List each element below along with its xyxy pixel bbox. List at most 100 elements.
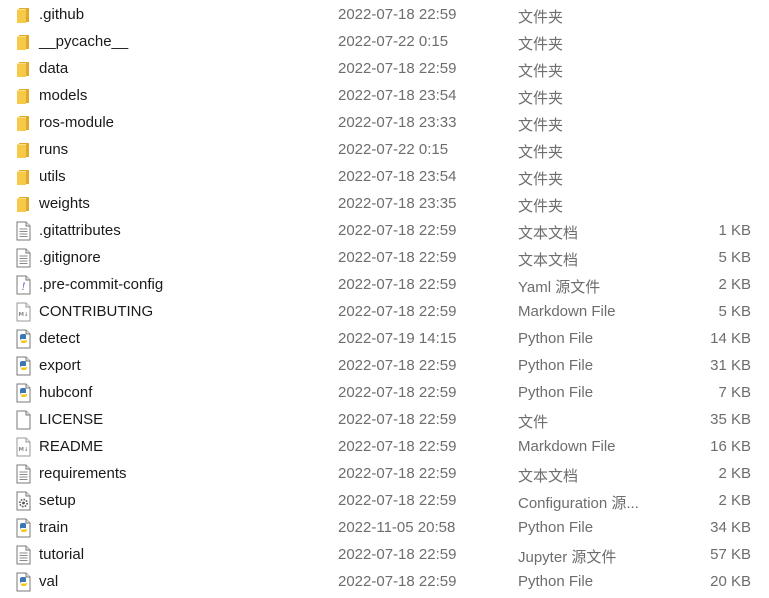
file-type: Python File (518, 357, 594, 374)
folder-icon (14, 194, 32, 214)
markdown-file-icon: M↓ (14, 302, 32, 322)
file-modified-date: 2022-07-18 22:59 (338, 357, 457, 374)
file-row[interactable]: ! .pre-commit-config 2022-07-18 22:59 Yaml … (0, 272, 769, 299)
file-type: Yaml 源文件 (518, 279, 601, 296)
file-list: .github 2022-07-18 22:59 文件夹 __pycache__ 202… (0, 0, 769, 598)
file-size: 34 KB (710, 519, 751, 536)
file-type: 文件夹 (518, 36, 564, 53)
folder-icon (14, 5, 32, 25)
file-name[interactable]: .gitignore (39, 249, 101, 266)
file-name[interactable]: detect (39, 330, 80, 347)
file-row[interactable]: .gitignore 2022-07-18 22:59 文本文档 5 KB (0, 245, 769, 272)
file-row[interactable]: val 2022-07-18 22:59 Python File 20 KB (0, 569, 769, 596)
svg-text:M↓: M↓ (18, 446, 28, 453)
file-size: 7 KB (718, 384, 751, 401)
file-type: Markdown File (518, 303, 616, 320)
file-type: 文件夹 (518, 9, 564, 26)
config-file-icon (14, 491, 32, 511)
file-modified-date: 2022-07-18 22:59 (338, 249, 457, 266)
file-row[interactable]: M↓ CONTRIBUTING 2022-07-18 22:59 Markdown F… (0, 299, 769, 326)
python-file-icon (14, 572, 32, 592)
file-name[interactable]: weights (39, 195, 90, 212)
file-modified-date: 2022-07-18 22:59 (338, 384, 457, 401)
file-size: 20 KB (710, 573, 751, 590)
file-row[interactable]: data 2022-07-18 22:59 文件夹 (0, 56, 769, 83)
markdown-file-icon: M↓ (14, 437, 32, 457)
file-name[interactable]: .gitattributes (39, 222, 121, 239)
folder-icon (14, 32, 32, 52)
file-modified-date: 2022-07-18 22:59 (338, 222, 457, 239)
file-modified-date: 2022-07-18 22:59 (338, 303, 457, 320)
file-row[interactable]: LICENSE 2022-07-18 22:59 文件 35 KB (0, 407, 769, 434)
file-modified-date: 2022-07-18 22:59 (338, 60, 457, 77)
file-type: Configuration 源... (518, 495, 639, 512)
file-name[interactable]: val (39, 573, 58, 590)
file-type: 文件夹 (518, 144, 564, 161)
file-row[interactable]: .github 2022-07-18 22:59 文件夹 (0, 2, 769, 29)
file-row[interactable]: export 2022-07-18 22:59 Python File 31 KB (0, 353, 769, 380)
file-size: 16 KB (710, 438, 751, 455)
folder-icon (14, 113, 32, 133)
file-name[interactable]: runs (39, 141, 68, 158)
folder-icon (14, 167, 32, 187)
file-row[interactable]: ros-module 2022-07-18 23:33 文件夹 (0, 110, 769, 137)
file-type: Python File (518, 330, 594, 347)
file-row[interactable]: weights 2022-07-18 23:35 文件夹 (0, 191, 769, 218)
file-size: 2 KB (718, 465, 751, 482)
file-row[interactable]: __pycache__ 2022-07-22 0:15 文件夹 (0, 29, 769, 56)
file-row[interactable]: runs 2022-07-22 0:15 文件夹 (0, 137, 769, 164)
svg-text:!: ! (21, 282, 25, 293)
file-name[interactable]: .pre-commit-config (39, 276, 163, 293)
yaml-file-icon: ! (14, 275, 32, 295)
file-name[interactable]: setup (39, 492, 76, 509)
file-name[interactable]: ros-module (39, 114, 114, 131)
file-name[interactable]: export (39, 357, 81, 374)
file-modified-date: 2022-07-18 22:59 (338, 438, 457, 455)
file-name[interactable]: CONTRIBUTING (39, 303, 153, 320)
text-file-icon (14, 248, 32, 268)
file-type: Markdown File (518, 438, 616, 455)
file-name[interactable]: README (39, 438, 103, 455)
file-row[interactable]: models 2022-07-18 23:54 文件夹 (0, 83, 769, 110)
file-type: Jupyter 源文件 (518, 549, 617, 566)
blank-file-icon (14, 410, 32, 430)
file-type: 文件夹 (518, 198, 564, 215)
file-name[interactable]: __pycache__ (39, 33, 128, 50)
file-row[interactable]: setup 2022-07-18 22:59 Configuration 源... 2… (0, 488, 769, 515)
file-name[interactable]: LICENSE (39, 411, 103, 428)
file-row[interactable]: detect 2022-07-19 14:15 Python File 14 KB (0, 326, 769, 353)
file-modified-date: 2022-07-18 22:59 (338, 573, 457, 590)
file-name[interactable]: hubconf (39, 384, 92, 401)
file-type: 文件夹 (518, 63, 564, 80)
file-name[interactable]: train (39, 519, 68, 536)
file-name[interactable]: tutorial (39, 546, 84, 563)
file-row[interactable]: hubconf 2022-07-18 22:59 Python File 7 KB (0, 380, 769, 407)
file-name[interactable]: utils (39, 168, 66, 185)
file-size: 14 KB (710, 330, 751, 347)
text-file-icon (14, 464, 32, 484)
file-type: Python File (518, 573, 594, 590)
file-row[interactable]: train 2022-11-05 20:58 Python File 34 KB (0, 515, 769, 542)
file-name[interactable]: requirements (39, 465, 127, 482)
file-row[interactable]: requirements 2022-07-18 22:59 文本文档 2 KB (0, 461, 769, 488)
folder-icon (14, 86, 32, 106)
file-type: 文件夹 (518, 90, 564, 107)
folder-icon (14, 59, 32, 79)
file-row[interactable]: M↓ README 2022-07-18 22:59 Markdown File 16 … (0, 434, 769, 461)
file-name[interactable]: models (39, 87, 87, 104)
folder-icon (14, 140, 32, 160)
file-modified-date: 2022-07-18 23:54 (338, 168, 457, 185)
file-name[interactable]: data (39, 60, 68, 77)
file-name[interactable]: .github (39, 6, 84, 23)
file-modified-date: 2022-07-22 0:15 (338, 141, 449, 158)
file-type: Python File (518, 519, 594, 536)
file-size: 1 KB (718, 222, 751, 239)
file-row[interactable]: utils 2022-07-18 23:54 文件夹 (0, 164, 769, 191)
file-size: 5 KB (718, 249, 751, 266)
file-row[interactable]: .gitattributes 2022-07-18 22:59 文本文档 1 KB (0, 218, 769, 245)
text-file-icon (14, 545, 32, 565)
file-row[interactable]: tutorial 2022-07-18 22:59 Jupyter 源文件 57 KB (0, 542, 769, 569)
file-size: 35 KB (710, 411, 751, 428)
python-file-icon (14, 383, 32, 403)
file-type: Python File (518, 384, 594, 401)
